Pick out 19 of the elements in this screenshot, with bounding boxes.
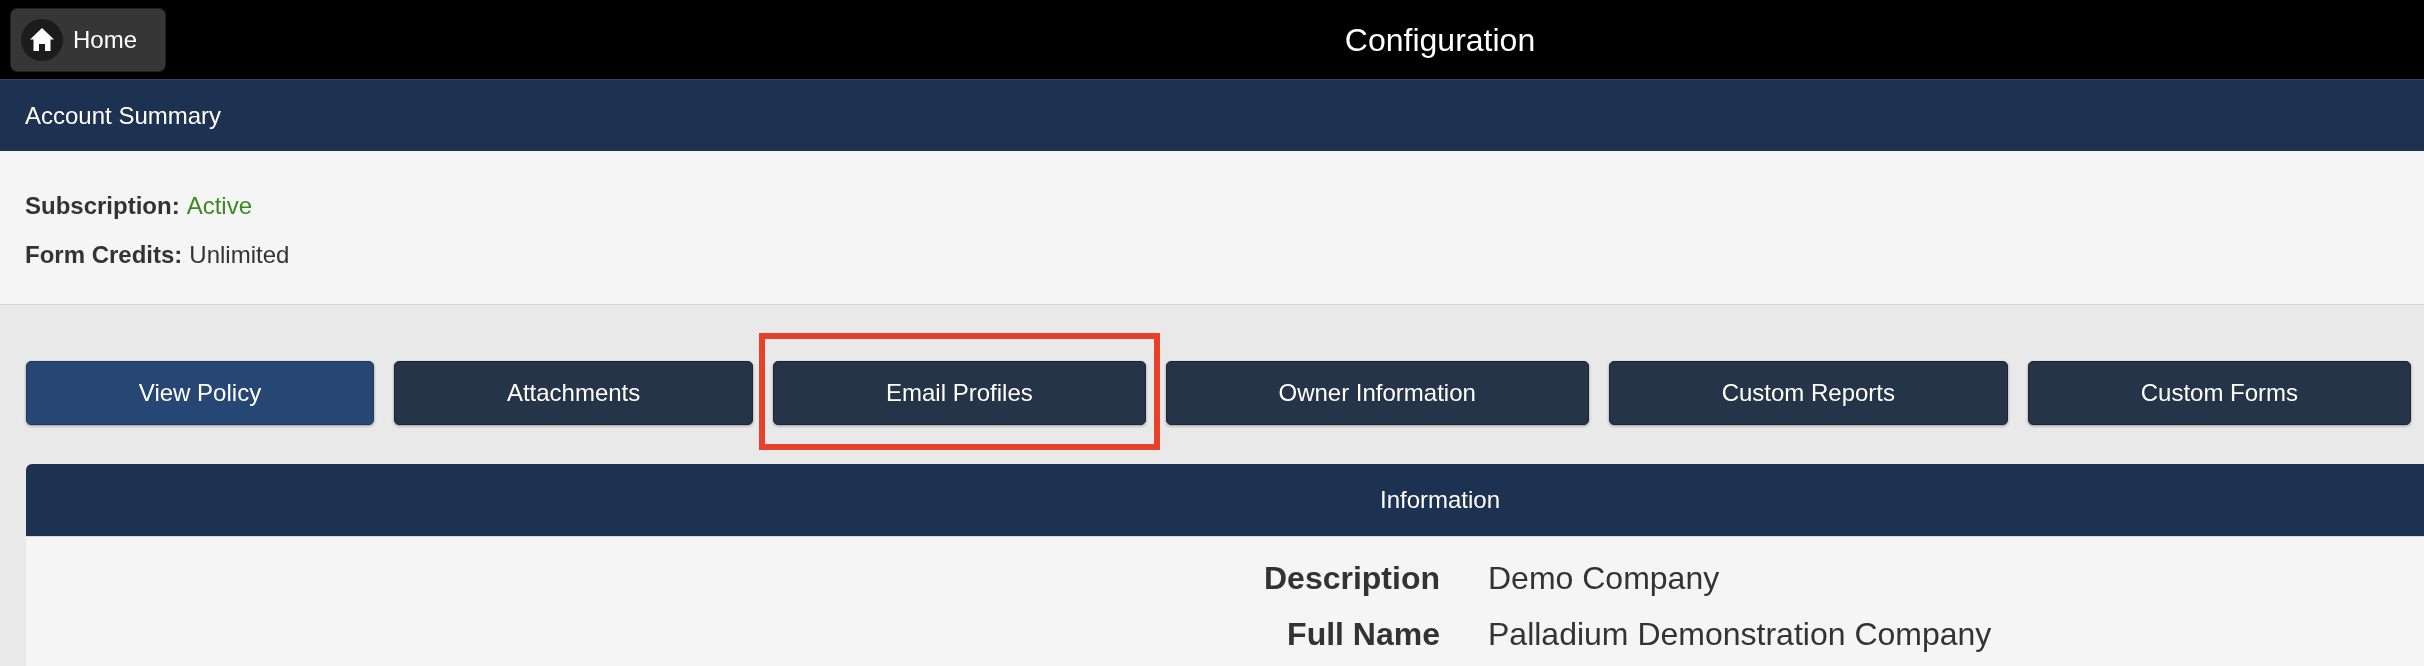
info-value: Demo Company xyxy=(1488,559,1720,598)
info-value: Palladium Demonstration Company xyxy=(1488,615,1992,654)
section-title: Account Summary xyxy=(25,101,222,130)
section-button[interactable]: Email Profiles xyxy=(773,361,1146,425)
field-value: Unlimited xyxy=(189,240,290,269)
field-value: Active xyxy=(186,191,253,220)
field-label: Subscription: xyxy=(25,191,180,220)
page-title: Configuration xyxy=(1344,20,1536,60)
section-button[interactable]: Attachments xyxy=(394,361,754,425)
panel-title: Information xyxy=(1379,486,1501,514)
section-button[interactable]: Custom Forms xyxy=(2027,361,2411,425)
info-label: Full Name xyxy=(1287,615,1440,654)
home-icon xyxy=(21,18,63,61)
info-label: Description xyxy=(1263,559,1440,598)
section-button[interactable]: Owner Information xyxy=(1165,361,1589,425)
section-button[interactable]: Custom Reports xyxy=(1608,361,2008,425)
field-label: Form Credits: xyxy=(25,240,183,269)
section-button[interactable]: View Policy xyxy=(26,361,374,425)
home-button[interactable]: Home xyxy=(10,7,167,72)
